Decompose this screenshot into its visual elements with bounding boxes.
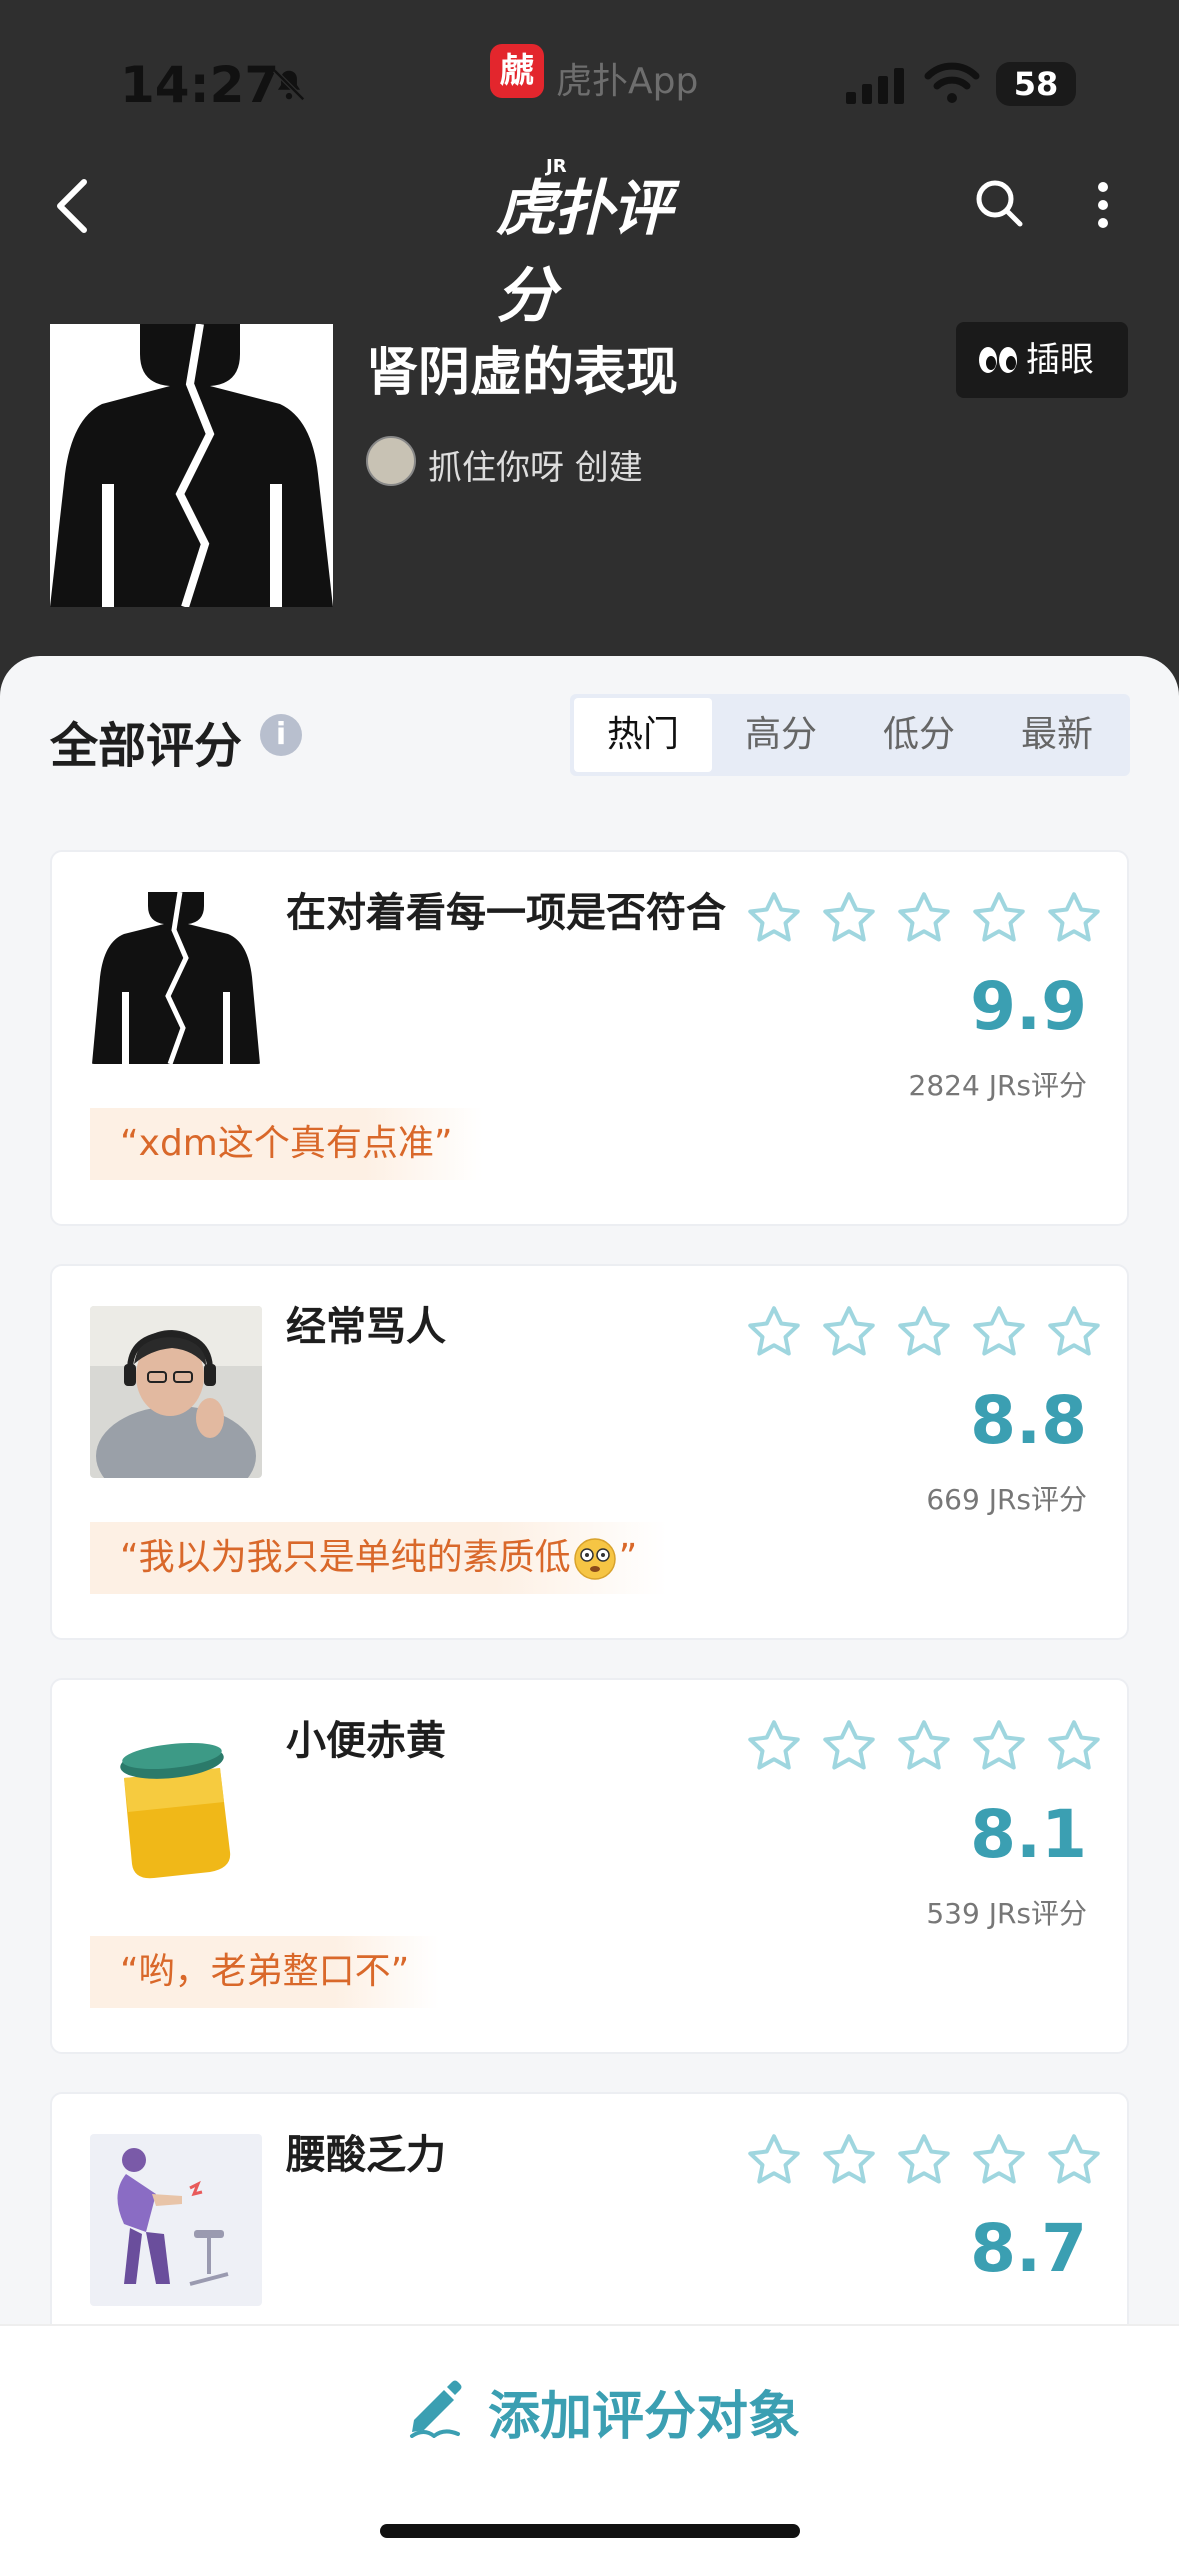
search-icon[interactable] (974, 178, 1024, 228)
pencil-edit-icon[interactable] (404, 2376, 466, 2438)
item-score: 8.7 (970, 2210, 1087, 2287)
star-outline-icon[interactable] (969, 1716, 1029, 1776)
star-outline-icon[interactable] (744, 888, 804, 948)
star-outline-icon[interactable] (894, 2130, 954, 2190)
top-comment-close-quote: ” (618, 1537, 638, 1578)
item-name: 在对着看每一项是否符合 (286, 890, 726, 936)
star-rating[interactable] (744, 888, 1104, 948)
item-thumbnail (90, 1720, 262, 1892)
star-outline-icon[interactable] (819, 2130, 879, 2190)
return-to-app-label[interactable]: 虎扑App (556, 52, 698, 104)
star-rating[interactable] (744, 1716, 1104, 1776)
logo-superscript: JR (546, 156, 567, 177)
logo-text: 虎扑评分 (496, 174, 672, 331)
item-name: 腰酸乏力 (286, 2132, 446, 2178)
rating-item-card[interactable]: 经常骂人 8.8 669 JRs评分 “我以为我只是单纯的素质低 ” (50, 1264, 1129, 1640)
rating-item-card[interactable]: 小便赤黄 8.1 539 JRs评分 “哟，老弟整口不” (50, 1678, 1129, 2054)
ratings-sheet: 全部评分 i 热门 高分 低分 最新 在对着看每一项是否符合 9.9 2824 … (0, 656, 1179, 2556)
star-outline-icon[interactable] (969, 888, 1029, 948)
back-icon[interactable] (52, 178, 92, 234)
star-outline-icon[interactable] (969, 1302, 1029, 1362)
item-name: 小便赤黄 (286, 1718, 446, 1764)
top-comment[interactable]: “哟，老弟整口不” (90, 1936, 440, 2008)
item-score: 8.8 (970, 1382, 1087, 1459)
topic-cover-image (50, 324, 333, 607)
wifi-icon (924, 62, 980, 103)
item-rating-count: 2824 JRs评分 (908, 1069, 1087, 1102)
top-comment-text: “我以为我只是单纯的素质低 (120, 1537, 571, 1578)
more-icon[interactable] (1096, 180, 1110, 230)
star-outline-icon[interactable] (894, 1716, 954, 1776)
app-badge-icon: 虤 (490, 44, 544, 98)
top-comment[interactable]: “xdm这个真有点准” (90, 1108, 483, 1180)
bottom-action-bar: 添加评分对象 (0, 2324, 1179, 2556)
clock: 14:27 (120, 56, 280, 114)
item-rating-count: 539 JRs评分 (926, 1897, 1087, 1930)
peek-label: 插眼 (1026, 340, 1094, 380)
star-outline-icon[interactable] (894, 888, 954, 948)
eyes-icon (979, 347, 1017, 373)
item-rating-count: 669 JRs评分 (926, 1483, 1087, 1516)
item-score: 8.1 (970, 1796, 1087, 1873)
battery-icon: 58 (996, 62, 1076, 106)
star-outline-icon[interactable] (744, 2130, 804, 2190)
status-bar: 14:27 虤 虎扑App 58 (0, 0, 1179, 150)
cellular-signal-icon (846, 68, 904, 104)
dizzy-face-emoji-icon (573, 1538, 616, 1580)
item-score: 9.9 (970, 968, 1087, 1045)
creator-label[interactable]: 抓住你呀 创建 (428, 440, 643, 489)
tab-latest[interactable]: 最新 (988, 698, 1126, 772)
star-outline-icon[interactable] (819, 1716, 879, 1776)
item-thumbnail (90, 2134, 262, 2306)
tab-high[interactable]: 高分 (712, 698, 850, 772)
star-outline-icon[interactable] (969, 2130, 1029, 2190)
hupu-rating-logo: 虎扑评分 JR (496, 156, 686, 331)
item-name: 经常骂人 (286, 1304, 446, 1350)
silent-bell-icon (273, 69, 305, 101)
section-title: 全部评分 (50, 718, 243, 774)
star-outline-icon[interactable] (819, 888, 879, 948)
star-outline-icon[interactable] (894, 1302, 954, 1362)
star-outline-icon[interactable] (819, 1302, 879, 1362)
star-outline-icon[interactable] (1044, 2130, 1104, 2190)
creator-avatar[interactable] (366, 436, 416, 486)
rating-item-card[interactable]: 在对着看每一项是否符合 9.9 2824 JRs评分 “xdm这个真有点准” (50, 850, 1129, 1226)
star-outline-icon[interactable] (744, 1716, 804, 1776)
sort-tabs: 热门 高分 低分 最新 (570, 694, 1130, 776)
star-outline-icon[interactable] (1044, 1302, 1104, 1362)
home-indicator[interactable] (380, 2524, 800, 2538)
star-rating[interactable] (744, 1302, 1104, 1362)
tab-hot[interactable]: 热门 (574, 698, 712, 772)
star-outline-icon[interactable] (1044, 888, 1104, 948)
star-outline-icon[interactable] (1044, 1716, 1104, 1776)
peek-button[interactable]: 插眼 (956, 322, 1128, 398)
star-outline-icon[interactable] (744, 1302, 804, 1362)
item-thumbnail (90, 892, 262, 1064)
top-comment[interactable]: “我以为我只是单纯的素质低 ” (90, 1522, 668, 1594)
item-thumbnail (90, 1306, 262, 1478)
page-title: 肾阴虚的表现 (366, 343, 679, 403)
star-rating[interactable] (744, 2130, 1104, 2190)
tab-low[interactable]: 低分 (850, 698, 988, 772)
add-rating-target-button[interactable]: 添加评分对象 (488, 2374, 800, 2449)
info-icon[interactable]: i (260, 714, 302, 756)
